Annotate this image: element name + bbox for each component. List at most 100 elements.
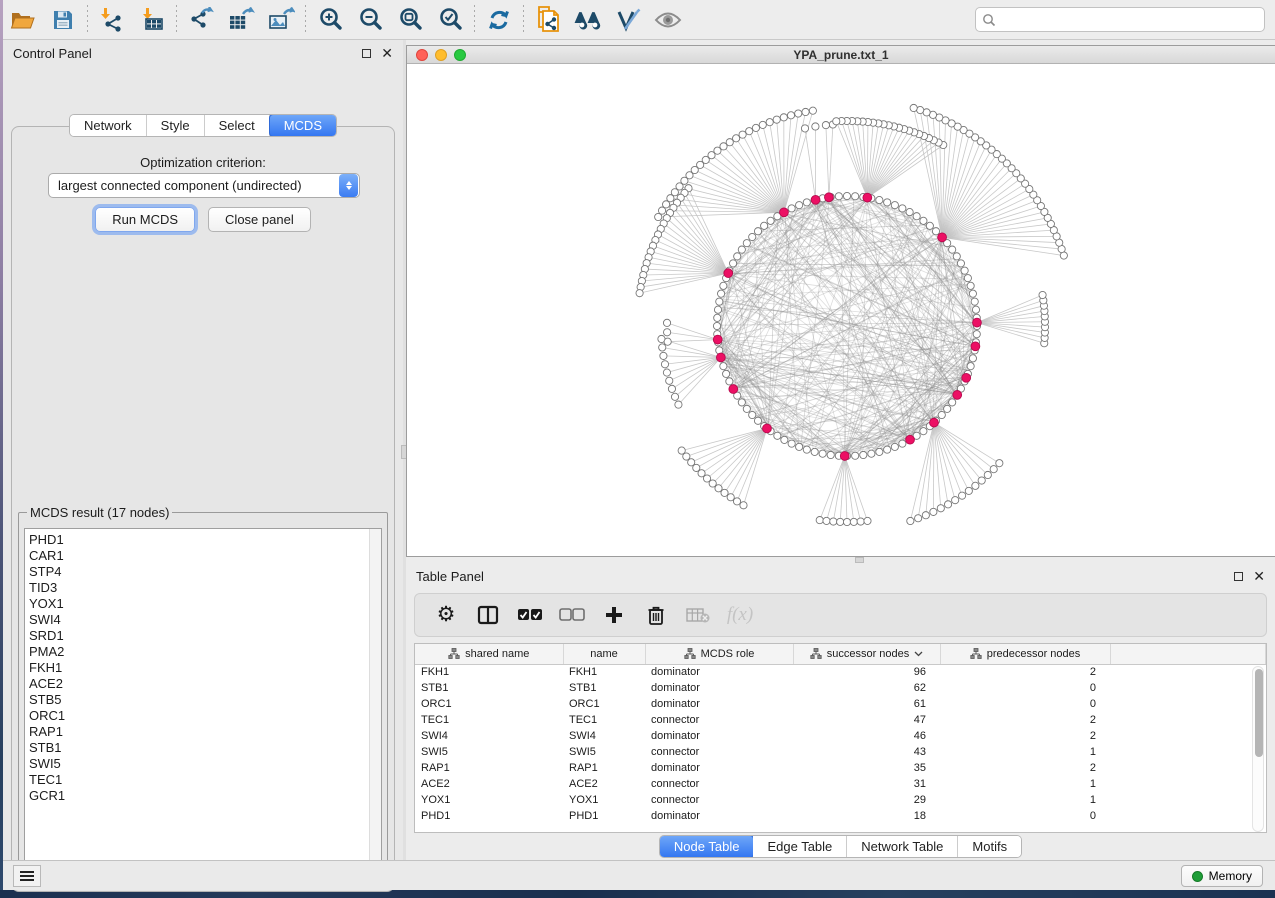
- graph-node[interactable]: [913, 213, 920, 220]
- export-network-button[interactable]: [181, 3, 221, 37]
- mcds-result-item[interactable]: TEC1: [29, 772, 381, 788]
- export-table-button[interactable]: [221, 3, 261, 37]
- network-graph[interactable]: [407, 64, 1274, 556]
- graph-node[interactable]: [932, 228, 939, 235]
- graph-node[interactable]: [972, 482, 979, 489]
- graph-node[interactable]: [749, 233, 756, 240]
- graph-node[interactable]: [891, 443, 898, 450]
- graph-node[interactable]: [809, 107, 816, 114]
- graph-node[interactable]: [827, 451, 834, 458]
- graph-node[interactable]: [721, 489, 728, 496]
- graph-node[interactable]: [761, 222, 768, 229]
- graph-hub-node[interactable]: [840, 452, 849, 461]
- column-header-predecessor-nodes[interactable]: predecessor nodes: [940, 644, 1110, 664]
- graph-hub-node[interactable]: [811, 195, 820, 204]
- mcds-result-item[interactable]: TID3: [29, 580, 381, 596]
- graph-hub-node[interactable]: [863, 193, 872, 202]
- graph-node[interactable]: [965, 487, 972, 494]
- mcds-result-item[interactable]: PMA2: [29, 644, 381, 660]
- graph-node[interactable]: [937, 505, 944, 512]
- delete-column-button[interactable]: [639, 599, 673, 631]
- table-tab-network-table[interactable]: Network Table: [847, 836, 958, 857]
- deselect-all-rows-button[interactable]: [555, 599, 589, 631]
- column-header-successor-nodes[interactable]: successor nodes: [793, 644, 940, 664]
- show-columns-button[interactable]: [471, 599, 505, 631]
- graph-node[interactable]: [978, 477, 985, 484]
- tab-select[interactable]: Select: [205, 115, 270, 136]
- graph-node[interactable]: [850, 518, 857, 525]
- graph-hub-node[interactable]: [716, 353, 725, 362]
- graph-node[interactable]: [852, 452, 859, 459]
- graph-node[interactable]: [907, 517, 914, 524]
- graph-node[interactable]: [773, 116, 780, 123]
- graph-node[interactable]: [803, 446, 810, 453]
- graph-node[interactable]: [663, 369, 670, 376]
- search-input[interactable]: [1001, 13, 1258, 27]
- table-scrollbar-thumb[interactable]: [1255, 669, 1263, 757]
- table-row[interactable]: ORC1ORC1dominator610: [415, 696, 1266, 712]
- search-network-button[interactable]: [568, 3, 608, 37]
- graph-node[interactable]: [659, 344, 666, 351]
- graph-node[interactable]: [910, 104, 917, 111]
- graph-hub-node[interactable]: [962, 373, 971, 382]
- graph-node[interactable]: [884, 446, 891, 453]
- graph-node[interactable]: [868, 450, 875, 457]
- graph-node[interactable]: [796, 443, 803, 450]
- table-scrollbar[interactable]: [1252, 666, 1264, 832]
- column-header-shared-name[interactable]: shared name: [415, 644, 563, 664]
- graph-node[interactable]: [823, 517, 830, 524]
- graph-node[interactable]: [749, 411, 756, 418]
- run-mcds-button[interactable]: Run MCDS: [95, 207, 195, 232]
- table-row[interactable]: RAP1RAP1dominator352: [415, 760, 1266, 776]
- graph-node[interactable]: [944, 405, 951, 412]
- graph-node[interactable]: [984, 471, 991, 478]
- graph-hub-node[interactable]: [930, 418, 939, 427]
- table-row[interactable]: SWI4SWI4dominator462: [415, 728, 1266, 744]
- column-header-name[interactable]: name: [563, 644, 645, 664]
- graph-node[interactable]: [952, 497, 959, 504]
- graph-node[interactable]: [734, 253, 741, 260]
- graph-hub-node[interactable]: [953, 390, 962, 399]
- graph-hub-node[interactable]: [724, 269, 733, 278]
- network-from-selection-button[interactable]: [528, 3, 568, 37]
- task-history-button[interactable]: [13, 865, 41, 887]
- graph-node[interactable]: [716, 298, 723, 305]
- graph-hub-node[interactable]: [971, 342, 980, 351]
- graph-node[interactable]: [835, 193, 842, 200]
- mcds-result-item[interactable]: SWI4: [29, 612, 381, 628]
- mcds-result-item[interactable]: SWI5: [29, 756, 381, 772]
- graph-node[interactable]: [899, 440, 906, 447]
- graph-node[interactable]: [727, 494, 734, 501]
- zoom-fit-button[interactable]: [390, 3, 430, 37]
- graph-node[interactable]: [787, 112, 794, 119]
- graph-node[interactable]: [972, 306, 979, 313]
- graph-node[interactable]: [969, 290, 976, 297]
- mcds-result-item[interactable]: SRD1: [29, 628, 381, 644]
- graph-node[interactable]: [833, 118, 840, 125]
- graph-node[interactable]: [714, 314, 721, 321]
- graph-node[interactable]: [958, 492, 965, 499]
- graph-node[interactable]: [949, 399, 956, 406]
- mcds-result-item[interactable]: STB1: [29, 740, 381, 756]
- table-row[interactable]: SWI5SWI5connector431: [415, 744, 1266, 760]
- import-network-button[interactable]: [92, 3, 132, 37]
- network-search-box[interactable]: [975, 7, 1265, 32]
- float-table-panel-icon[interactable]: [1234, 572, 1243, 581]
- mcds-result-item[interactable]: CAR1: [29, 548, 381, 564]
- graph-node[interactable]: [822, 122, 829, 129]
- graph-node[interactable]: [971, 298, 978, 305]
- graph-node[interactable]: [660, 352, 667, 359]
- network-window-titlebar[interactable]: YPA_prune.txt_1: [407, 46, 1275, 64]
- graph-node[interactable]: [938, 411, 945, 418]
- graph-node[interactable]: [754, 228, 761, 235]
- graph-node[interactable]: [661, 361, 668, 368]
- graph-node[interactable]: [915, 515, 922, 522]
- graph-hub-node[interactable]: [825, 193, 834, 202]
- graph-node[interactable]: [803, 199, 810, 206]
- graph-node[interactable]: [961, 267, 968, 274]
- graph-node[interactable]: [739, 131, 746, 138]
- graph-node[interactable]: [788, 440, 795, 447]
- graph-node[interactable]: [899, 205, 906, 212]
- network-canvas[interactable]: [407, 64, 1275, 556]
- mcds-result-item[interactable]: STB5: [29, 692, 381, 708]
